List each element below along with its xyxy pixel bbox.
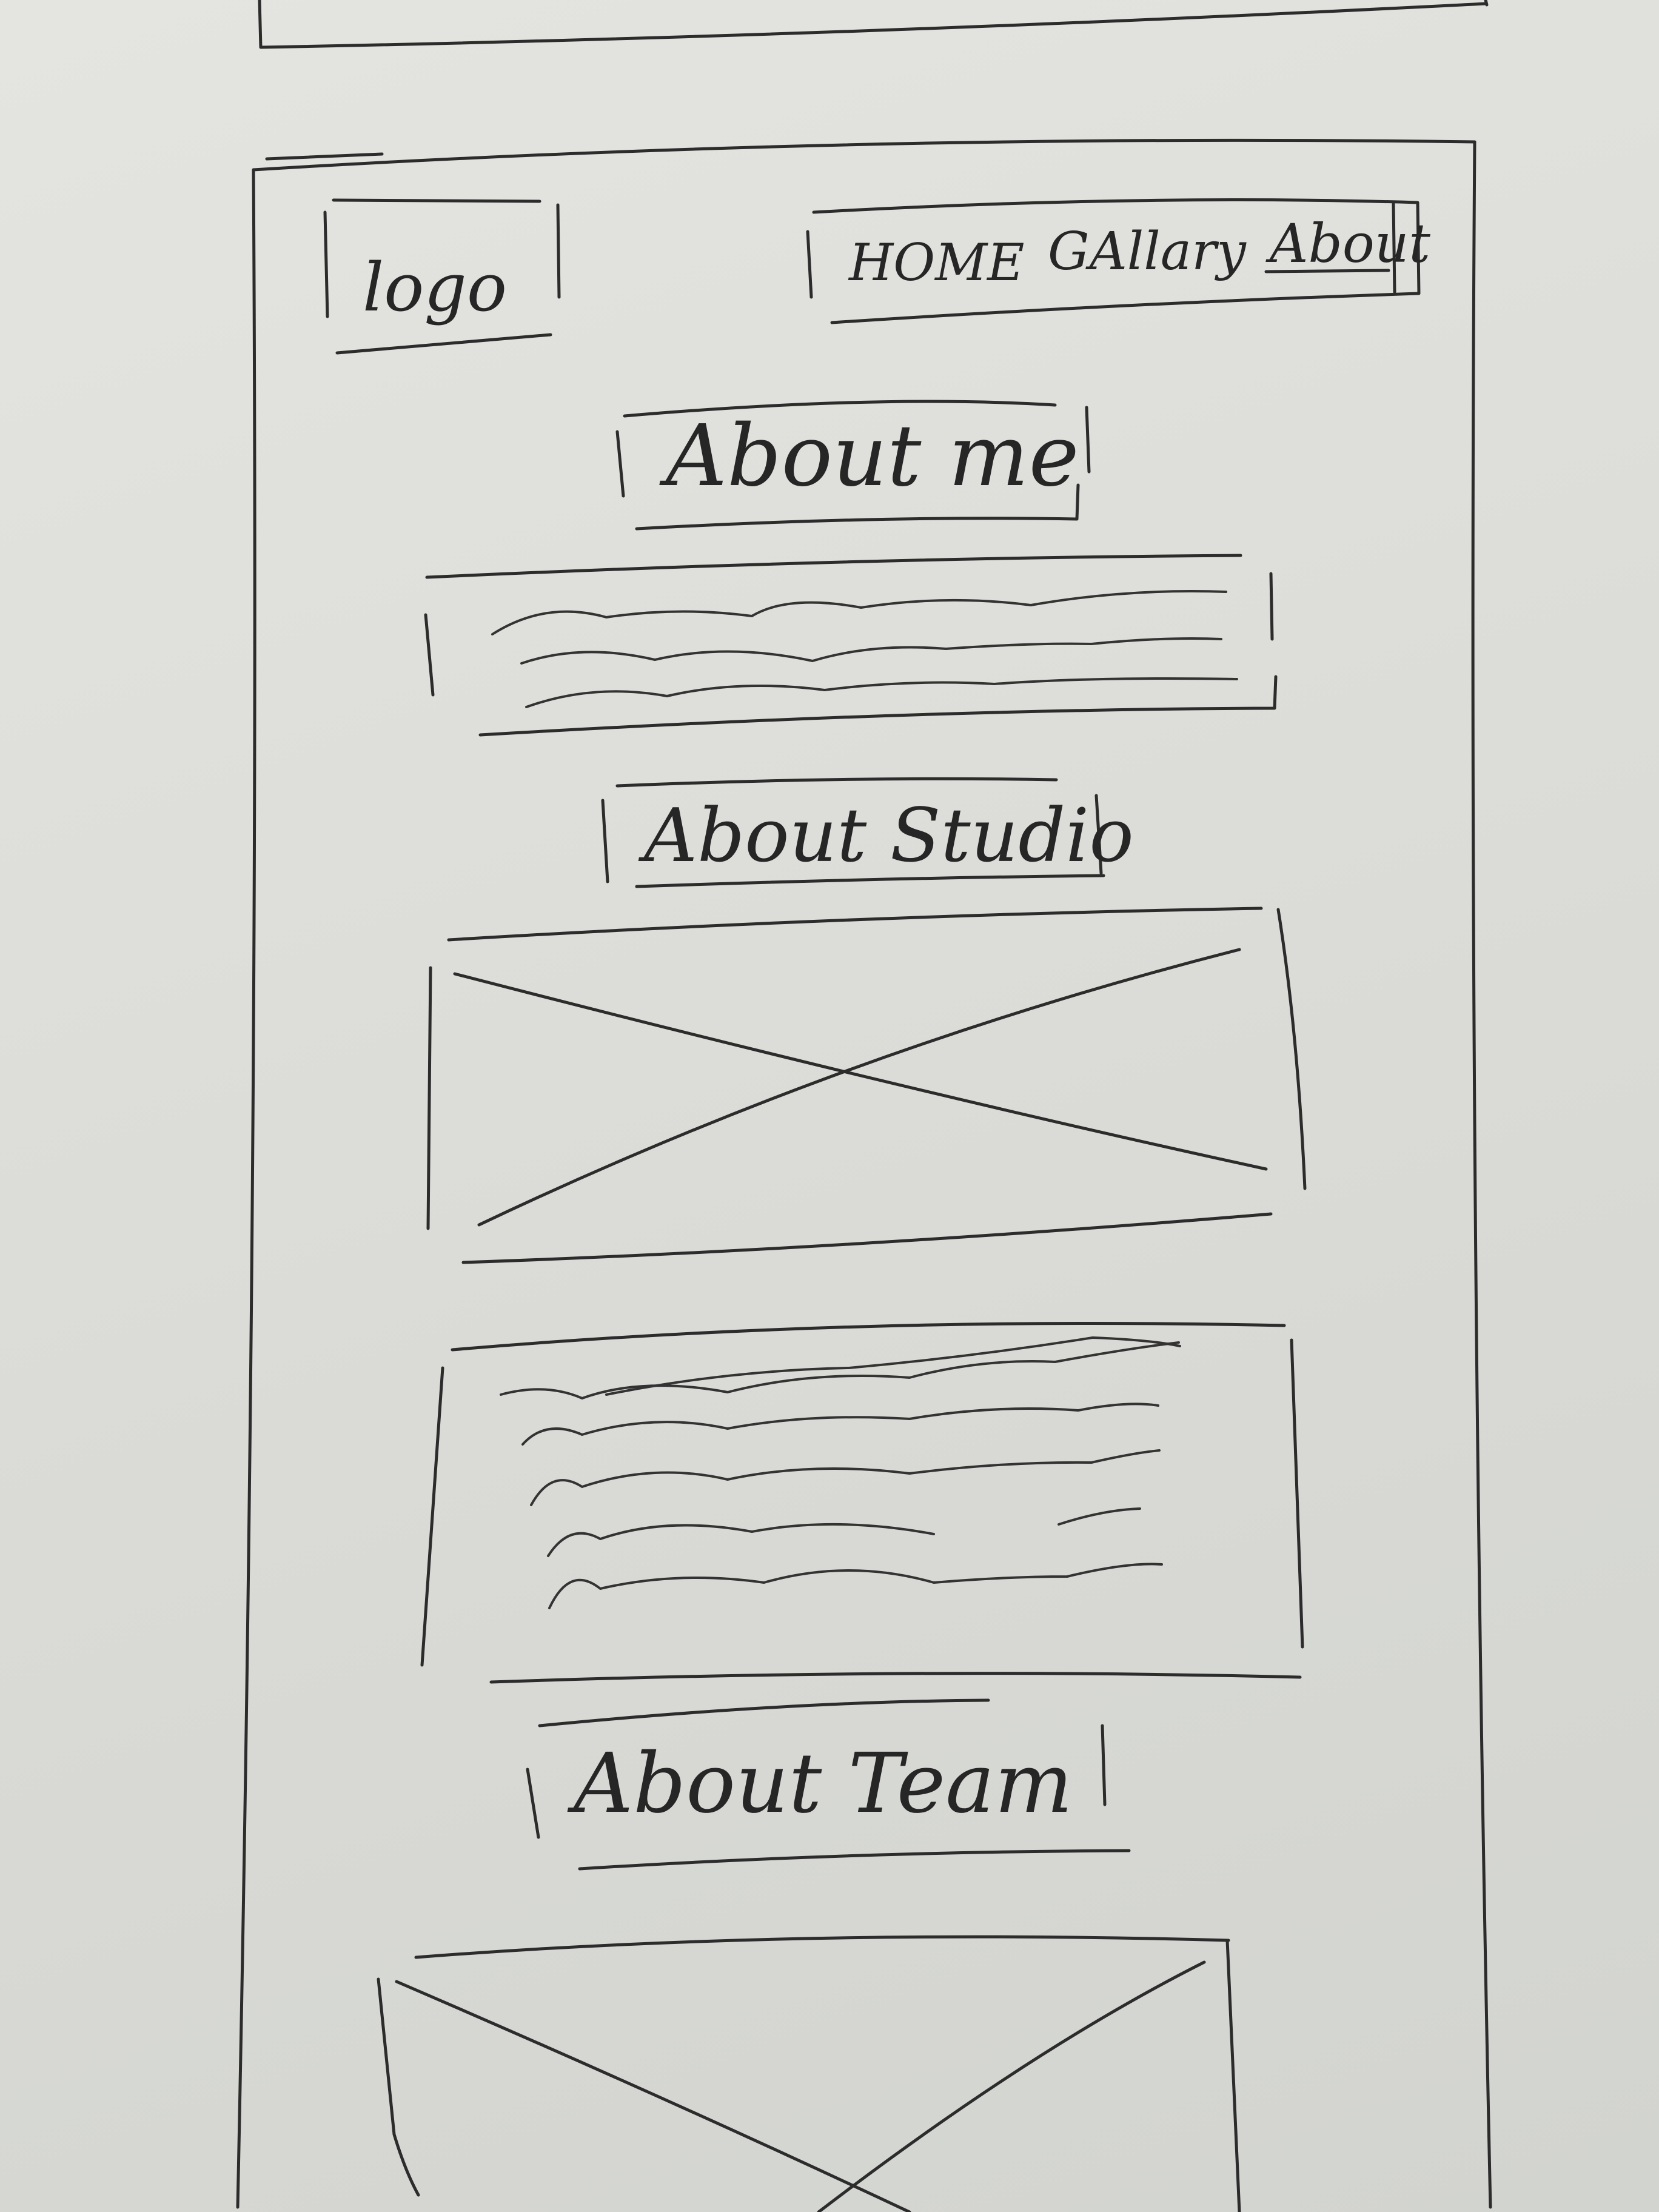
nav-about-underline [1264, 269, 1390, 273]
about-me-title: About me [659, 407, 1079, 506]
wireframe-sketch: logo HOME GAllary About About me About S… [236, 0, 1492, 2212]
text-line [500, 1341, 1180, 1400]
text-line [547, 1523, 935, 1557]
text-line [525, 677, 1238, 708]
nav-gallery-link[interactable]: GAllary [1048, 221, 1247, 282]
main-nav: HOME GAllary About [806, 198, 1431, 324]
nav-home-link[interactable]: HOME [848, 233, 1024, 292]
text-line [530, 1449, 1161, 1506]
about-studio-text-block [420, 1321, 1304, 1684]
about-team-title: About Team [567, 1736, 1073, 1832]
about-studio-heading: About Studio [601, 777, 1134, 888]
text-line [1057, 1507, 1141, 1526]
previous-frame-edge [258, 0, 1489, 49]
team-image-placeholder [377, 1935, 1241, 2212]
about-me-text-block [424, 554, 1278, 737]
nav-about-link[interactable]: About [1265, 212, 1431, 275]
about-studio-title: About Studio [638, 793, 1134, 879]
text-line [520, 637, 1222, 665]
about-me-heading: About me [615, 400, 1091, 531]
text-line [521, 1403, 1159, 1446]
logo-label: logo [363, 249, 507, 326]
logo-box[interactable]: logo [323, 198, 561, 355]
about-team-heading: About Team [526, 1698, 1131, 1871]
text-line [491, 589, 1227, 635]
text-line [548, 1563, 1163, 1609]
studio-image-placeholder [426, 907, 1307, 1264]
